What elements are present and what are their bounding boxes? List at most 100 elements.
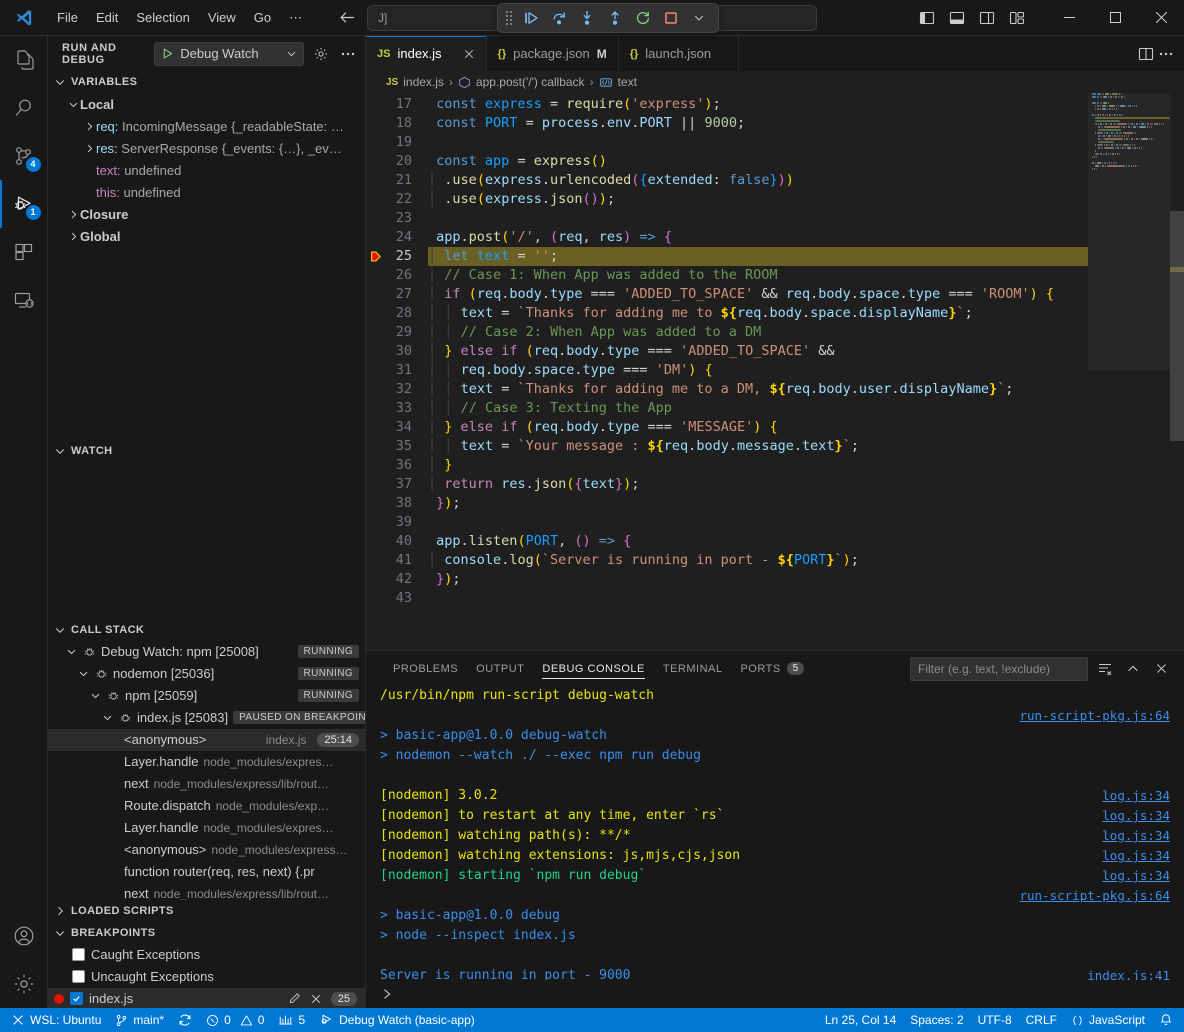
status-cursor-position[interactable]: Ln 25, Col 14 <box>818 1008 903 1032</box>
console-source-link[interactable]: log.js:34 <box>1102 806 1170 826</box>
collapse-panel-icon[interactable] <box>1122 658 1144 680</box>
code-line[interactable]: app.post('/', (req, res) => { <box>428 228 1088 247</box>
code-editor[interactable]: 1718192021222324252627282930313233343536… <box>366 93 1184 650</box>
code-line[interactable]: │ if (req.body.type === 'ADDED_TO_SPACE'… <box>428 285 1088 304</box>
breakpoint-index-js[interactable]: index.js 25 <box>48 988 365 1008</box>
menu-view[interactable]: View <box>199 6 245 29</box>
activity-extensions[interactable] <box>0 228 48 276</box>
code-line[interactable]: │ │ req.body.space.type === 'DM') { <box>428 361 1088 380</box>
start-debugging-icon[interactable] <box>161 47 174 60</box>
tab-problems[interactable]: PROBLEMS <box>384 651 467 686</box>
line-number[interactable]: 23 <box>366 209 428 228</box>
line-number[interactable]: 36 <box>366 456 428 475</box>
line-number[interactable]: 28 <box>366 304 428 323</box>
code-line[interactable]: │ return res.json({text}); <box>428 475 1088 494</box>
line-number[interactable]: 35 <box>366 437 428 456</box>
callstack-frame-row[interactable]: next node_modules/express/lib/rout… <box>48 883 365 900</box>
status-encoding[interactable]: UTF-8 <box>971 1008 1019 1032</box>
step-out-button[interactable] <box>602 6 628 30</box>
activity-remote-explorer[interactable] <box>0 276 48 324</box>
breakpoint-caught-exceptions[interactable]: Caught Exceptions <box>48 944 365 966</box>
line-number[interactable]: 43 <box>366 589 428 608</box>
code-line[interactable] <box>428 209 1088 228</box>
line-number[interactable]: 39 <box>366 513 428 532</box>
activity-source-control[interactable]: 4 <box>0 132 48 180</box>
menu-more[interactable]: ⋯ <box>280 6 311 30</box>
line-number[interactable]: 18 <box>366 114 428 133</box>
minimap[interactable] <box>1088 93 1184 650</box>
status-sync-changes[interactable] <box>171 1008 199 1032</box>
chevron-down-icon[interactable] <box>286 48 297 59</box>
line-number[interactable]: 30 <box>366 342 428 361</box>
callstack-session-row[interactable]: index.js [25083] PAUSED ON BREAKPOINT <box>48 707 365 729</box>
code-line[interactable]: │ let text = ''; <box>428 247 1088 266</box>
code-line[interactable]: const app = express() <box>428 152 1088 171</box>
callstack-frame-row[interactable]: function router(req, res, next) {.pr <box>48 861 365 883</box>
breadcrumb-file[interactable]: index.js <box>403 75 444 89</box>
step-over-button[interactable] <box>546 6 572 30</box>
line-number[interactable]: 24 <box>366 228 428 247</box>
maximize-button[interactable] <box>1092 0 1138 36</box>
checkbox-icon[interactable] <box>72 970 85 983</box>
open-launch-config-button[interactable] <box>312 43 330 65</box>
tab-output[interactable]: OUTPUT <box>467 651 533 686</box>
line-number[interactable]: 40 <box>366 532 428 551</box>
code-line[interactable]: │ } else if (req.body.type === 'ADDED_TO… <box>428 342 1088 361</box>
callstack-section-header[interactable]: CALL STACK <box>48 619 365 641</box>
debug-toolbar-drag-handle[interactable] <box>504 11 516 25</box>
status-debug-session[interactable]: Debug Watch (basic-app) <box>312 1008 482 1032</box>
step-into-button[interactable] <box>574 6 600 30</box>
minimap-slider[interactable] <box>1088 93 1170 371</box>
close-button[interactable] <box>1138 0 1184 36</box>
line-number[interactable]: 42 <box>366 570 428 589</box>
activity-run-and-debug[interactable]: 1 <box>0 180 48 228</box>
tab-launch-json[interactable]: {} launch.json <box>619 36 739 71</box>
status-eol[interactable]: CRLF <box>1019 1008 1064 1032</box>
toggle-primary-sidebar-icon[interactable] <box>914 5 940 31</box>
edit-breakpoint-icon[interactable] <box>288 992 301 1005</box>
stop-button[interactable] <box>658 6 684 30</box>
status-problems[interactable]: 0 0 <box>199 1008 271 1032</box>
code-content[interactable]: const express = require('express'); cons… <box>428 93 1088 650</box>
console-filter-input[interactable]: Filter (e.g. text, !exclude) <box>910 657 1088 681</box>
line-number-gutter[interactable]: 1718192021222324252627282930313233343536… <box>366 93 428 650</box>
code-line[interactable]: │ .use(express.urlencoded({extended: fal… <box>428 171 1088 190</box>
variable-row-this[interactable]: this: undefined <box>48 181 365 203</box>
customize-layout-icon[interactable] <box>1004 5 1030 31</box>
checkbox-icon[interactable] <box>70 992 83 1005</box>
tab-index-js[interactable]: JS index.js <box>366 36 487 71</box>
debug-console-input[interactable] <box>366 980 1184 1008</box>
code-line[interactable]: │ } else if (req.body.type === 'MESSAGE'… <box>428 418 1088 437</box>
toggle-secondary-sidebar-icon[interactable] <box>974 5 1000 31</box>
clear-console-icon[interactable] <box>1094 658 1116 680</box>
breadcrumb-variable[interactable]: text <box>618 75 637 89</box>
activity-accounts[interactable] <box>0 912 48 960</box>
callstack-session-row[interactable]: nodemon [25036] RUNNING <box>48 663 365 685</box>
menu-file[interactable]: File <box>48 6 87 29</box>
status-language-mode[interactable]: JavaScript <box>1064 1008 1152 1032</box>
line-number[interactable]: 20 <box>366 152 428 171</box>
console-source-link[interactable]: log.js:34 <box>1102 866 1170 886</box>
code-line[interactable]: }); <box>428 494 1088 513</box>
line-number[interactable]: 33 <box>366 399 428 418</box>
variables-scope-closure[interactable]: Closure <box>48 203 365 225</box>
status-git-branch[interactable]: main* <box>108 1008 171 1032</box>
callstack-session-row[interactable]: Debug Watch: npm [25008] RUNNING <box>48 641 365 663</box>
line-number[interactable]: 26 <box>366 266 428 285</box>
code-line[interactable] <box>428 513 1088 532</box>
watch-section-header[interactable]: WATCH <box>48 440 365 462</box>
code-line[interactable]: │ │ // Case 2: When App was added to a D… <box>428 323 1088 342</box>
variables-scope-global[interactable]: Global <box>48 225 365 244</box>
code-scroll-region[interactable]: 1718192021222324252627282930313233343536… <box>366 93 1088 650</box>
tab-package-json[interactable]: {} package.json M <box>487 36 619 71</box>
breakpoints-section-header[interactable]: BREAKPOINTS <box>48 922 365 944</box>
line-number[interactable]: 17 <box>366 95 428 114</box>
go-back-icon[interactable] <box>339 9 356 26</box>
variables-section-header[interactable]: VARIABLES <box>48 71 365 93</box>
console-source-link[interactable]: run-script-pkg.js:64 <box>1019 886 1170 906</box>
line-number[interactable]: 25 <box>366 247 428 266</box>
close-icon[interactable] <box>449 48 475 60</box>
callstack-session-row[interactable]: npm [25059] RUNNING <box>48 685 365 707</box>
code-line[interactable]: │ │ text = `Thanks for adding me to a DM… <box>428 380 1088 399</box>
line-number[interactable]: 37 <box>366 475 428 494</box>
